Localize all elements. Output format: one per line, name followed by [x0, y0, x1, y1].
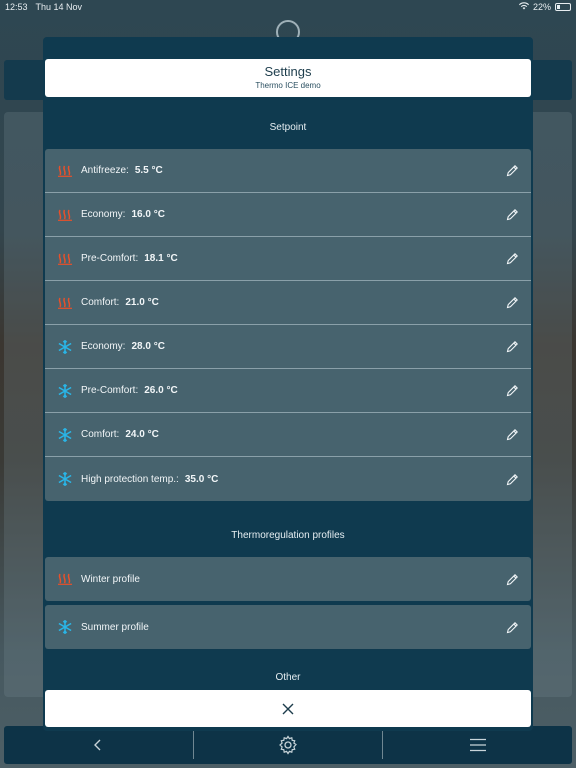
setpoint-row[interactable]: Economy: 28.0 °C [45, 325, 531, 369]
battery-percent: 22% [532, 2, 551, 12]
pencil-icon [506, 473, 518, 485]
gear-icon [279, 735, 297, 755]
edit-profile-button[interactable] [504, 619, 520, 635]
setpoint-row[interactable]: High protection temp.: 35.0 °C [45, 457, 531, 501]
menu-button[interactable] [383, 726, 572, 764]
setpoint-row[interactable]: Pre-Comfort: 18.1 °C [45, 237, 531, 281]
snowflake-icon [58, 620, 72, 634]
close-button[interactable] [45, 690, 531, 727]
profile-label: Summer profile [81, 621, 149, 633]
pencil-icon [506, 253, 518, 265]
setpoint-label: Pre-Comfort: [81, 385, 139, 396]
edit-setpoint-button[interactable] [504, 251, 520, 267]
heating-icon-wrap [55, 569, 75, 589]
heating-icon-wrap [55, 161, 75, 181]
edit-setpoint-button[interactable] [504, 383, 520, 399]
setpoint-list: Antifreeze: 5.5 °C Economy: 16.0 °C Pre-Comf… [45, 149, 531, 501]
setpoint-value: 24.0 °C [125, 429, 159, 440]
setpoint-value: 26.0 °C [144, 385, 178, 396]
profile-row[interactable]: Winter profile [45, 557, 531, 601]
pencil-icon [506, 573, 518, 585]
setpoint-label: Antifreeze: [81, 165, 129, 176]
heating-icon [58, 253, 72, 265]
heating-icon [58, 209, 72, 221]
edit-setpoint-button[interactable] [504, 427, 520, 443]
edit-setpoint-button[interactable] [504, 295, 520, 311]
bottom-toolbar [4, 726, 572, 764]
setpoint-row[interactable]: Pre-Comfort: 26.0 °C [45, 369, 531, 413]
pencil-icon [506, 297, 518, 309]
modal-title: Settings [264, 64, 312, 79]
heating-icon-wrap [55, 205, 75, 225]
hamburger-menu-icon [469, 738, 486, 752]
settings-modal: Settings Thermo ICE demo Setpoint Antifr… [43, 37, 533, 731]
other-section-title: Other [275, 672, 301, 683]
profile-label: Winter profile [81, 573, 140, 585]
battery-icon [555, 3, 571, 11]
heating-icon [58, 573, 72, 585]
status-time: 12:53 [5, 2, 28, 12]
modal-header: Settings Thermo ICE demo [45, 59, 531, 97]
setpoint-label: Pre-Comfort: [81, 253, 139, 264]
back-button[interactable] [4, 726, 193, 764]
snowflake-icon-wrap [55, 617, 75, 637]
close-icon [282, 703, 294, 714]
pencil-icon [506, 621, 518, 633]
pencil-icon [506, 209, 518, 221]
setpoint-row[interactable]: Comfort: 24.0 °C [45, 413, 531, 457]
setpoint-row[interactable]: Antifreeze: 5.5 °C [45, 149, 531, 193]
profile-row[interactable]: Summer profile [45, 605, 531, 649]
setpoint-label: Comfort: [81, 297, 120, 308]
snowflake-icon-wrap [55, 469, 75, 489]
chevron-left-icon [94, 739, 101, 751]
snowflake-icon [58, 427, 72, 442]
setpoint-label: Comfort: [81, 429, 120, 440]
snowflake-icon [58, 472, 72, 486]
setpoint-value: 16.0 °C [131, 209, 165, 220]
edit-setpoint-button[interactable] [504, 471, 520, 487]
heating-icon-wrap [55, 293, 75, 313]
edit-setpoint-button[interactable] [504, 163, 520, 179]
setpoint-value: 35.0 °C [184, 473, 219, 485]
status-date: Thu 14 Nov [35, 2, 83, 12]
pencil-icon [506, 429, 518, 441]
heating-icon [58, 297, 72, 309]
edit-setpoint-button[interactable] [504, 207, 520, 223]
setpoint-value: 28.0 °C [131, 341, 165, 352]
modal-subtitle: Thermo ICE demo [255, 81, 321, 90]
settings-button[interactable] [194, 726, 383, 764]
setpoint-label: High protection temp.: [81, 473, 179, 485]
setpoint-value: 21.0 °C [125, 297, 159, 308]
snowflake-icon-wrap [55, 381, 75, 401]
profiles-section-title: Thermoregulation profiles [231, 530, 345, 541]
setpoint-label: Economy: [81, 209, 126, 220]
setpoint-value: 18.1 °C [144, 253, 178, 264]
status-bar: 12:53 Thu 14 Nov 22% [0, 0, 576, 14]
setpoint-value: 5.5 °C [134, 165, 163, 176]
wifi-icon [518, 2, 529, 12]
heating-icon-wrap [55, 249, 75, 269]
pencil-icon [506, 165, 518, 177]
snowflake-icon-wrap [55, 425, 75, 445]
setpoint-section-title: Setpoint [269, 122, 307, 133]
setpoint-label: Economy: [81, 341, 126, 352]
edit-setpoint-button[interactable] [504, 339, 520, 355]
setpoint-row[interactable]: Economy: 16.0 °C [45, 193, 531, 237]
pencil-icon [506, 385, 518, 397]
setpoint-row[interactable]: Comfort: 21.0 °C [45, 281, 531, 325]
heating-icon [58, 165, 72, 177]
snowflake-icon [58, 383, 72, 398]
pencil-icon [506, 341, 518, 353]
snowflake-icon [58, 339, 72, 354]
edit-profile-button[interactable] [504, 571, 520, 587]
snowflake-icon-wrap [55, 337, 75, 357]
